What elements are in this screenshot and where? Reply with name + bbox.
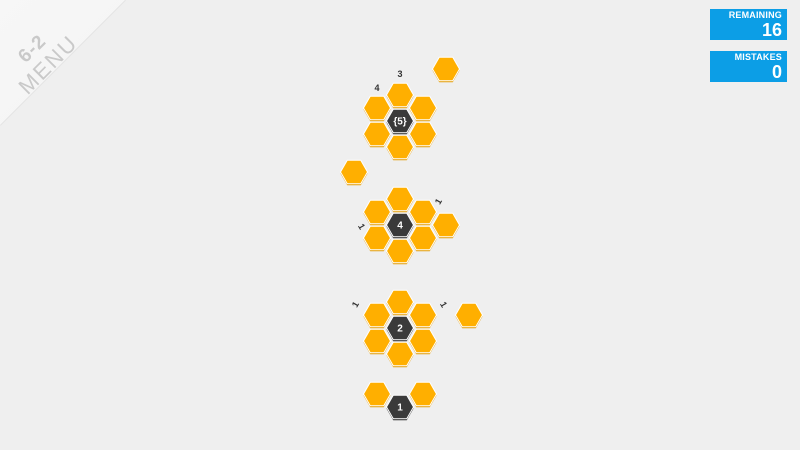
orange-hex-cell[interactable]: [362, 381, 392, 408]
orange-hex-cell[interactable]: [408, 302, 438, 329]
black-hex-cell: 4: [385, 212, 415, 239]
orange-hex-cell[interactable]: [385, 341, 415, 368]
column-hint: 1: [356, 222, 367, 231]
orange-hex-cell[interactable]: [385, 289, 415, 316]
hex-layer: {5} 4 2 1: [339, 56, 484, 421]
orange-hex-cell[interactable]: [408, 328, 438, 355]
orange-hex-cell[interactable]: [408, 199, 438, 226]
column-hint: 1: [350, 300, 361, 309]
orange-hex-cell[interactable]: [362, 328, 392, 355]
hex-cell-number: 1: [397, 403, 403, 414]
orange-hex-cell[interactable]: [408, 225, 438, 252]
hex-cell-number: {5}: [393, 117, 406, 128]
hex-cell-number: 4: [397, 221, 403, 232]
orange-hex-cell[interactable]: [408, 121, 438, 148]
orange-hex-cell[interactable]: [454, 302, 484, 329]
hex-cell-number: 2: [397, 324, 403, 335]
orange-hex-cell[interactable]: [362, 302, 392, 329]
orange-hex-cell[interactable]: [431, 56, 461, 83]
hex-board: {5} 4 2 1 4 3 1 1 1 1: [339, 56, 484, 421]
black-hex-cell: {5}: [385, 108, 415, 135]
orange-hex-cell[interactable]: [362, 199, 392, 226]
orange-hex-cell[interactable]: [408, 95, 438, 122]
orange-hex-cell[interactable]: [362, 225, 392, 252]
column-hint: 3: [397, 69, 402, 79]
orange-hex-cell[interactable]: [431, 212, 461, 239]
orange-hex-cell[interactable]: [385, 186, 415, 213]
orange-hex-cell[interactable]: [362, 121, 392, 148]
column-hint: 1: [433, 197, 444, 206]
column-hint: 1: [438, 300, 449, 309]
black-hex-cell: 1: [385, 394, 415, 421]
orange-hex-cell[interactable]: [385, 82, 415, 109]
game-stage: 6-2 MENU REMAINING 16 MISTAKES 0 {5} 4 2 1 …: [0, 0, 800, 450]
orange-hex-cell[interactable]: [362, 95, 392, 122]
column-hint: 4: [374, 83, 379, 93]
black-hex-cell: 2: [385, 315, 415, 342]
orange-hex-cell[interactable]: [339, 159, 369, 186]
orange-hex-cell[interactable]: [408, 381, 438, 408]
orange-hex-cell[interactable]: [385, 134, 415, 161]
orange-hex-cell[interactable]: [385, 238, 415, 265]
